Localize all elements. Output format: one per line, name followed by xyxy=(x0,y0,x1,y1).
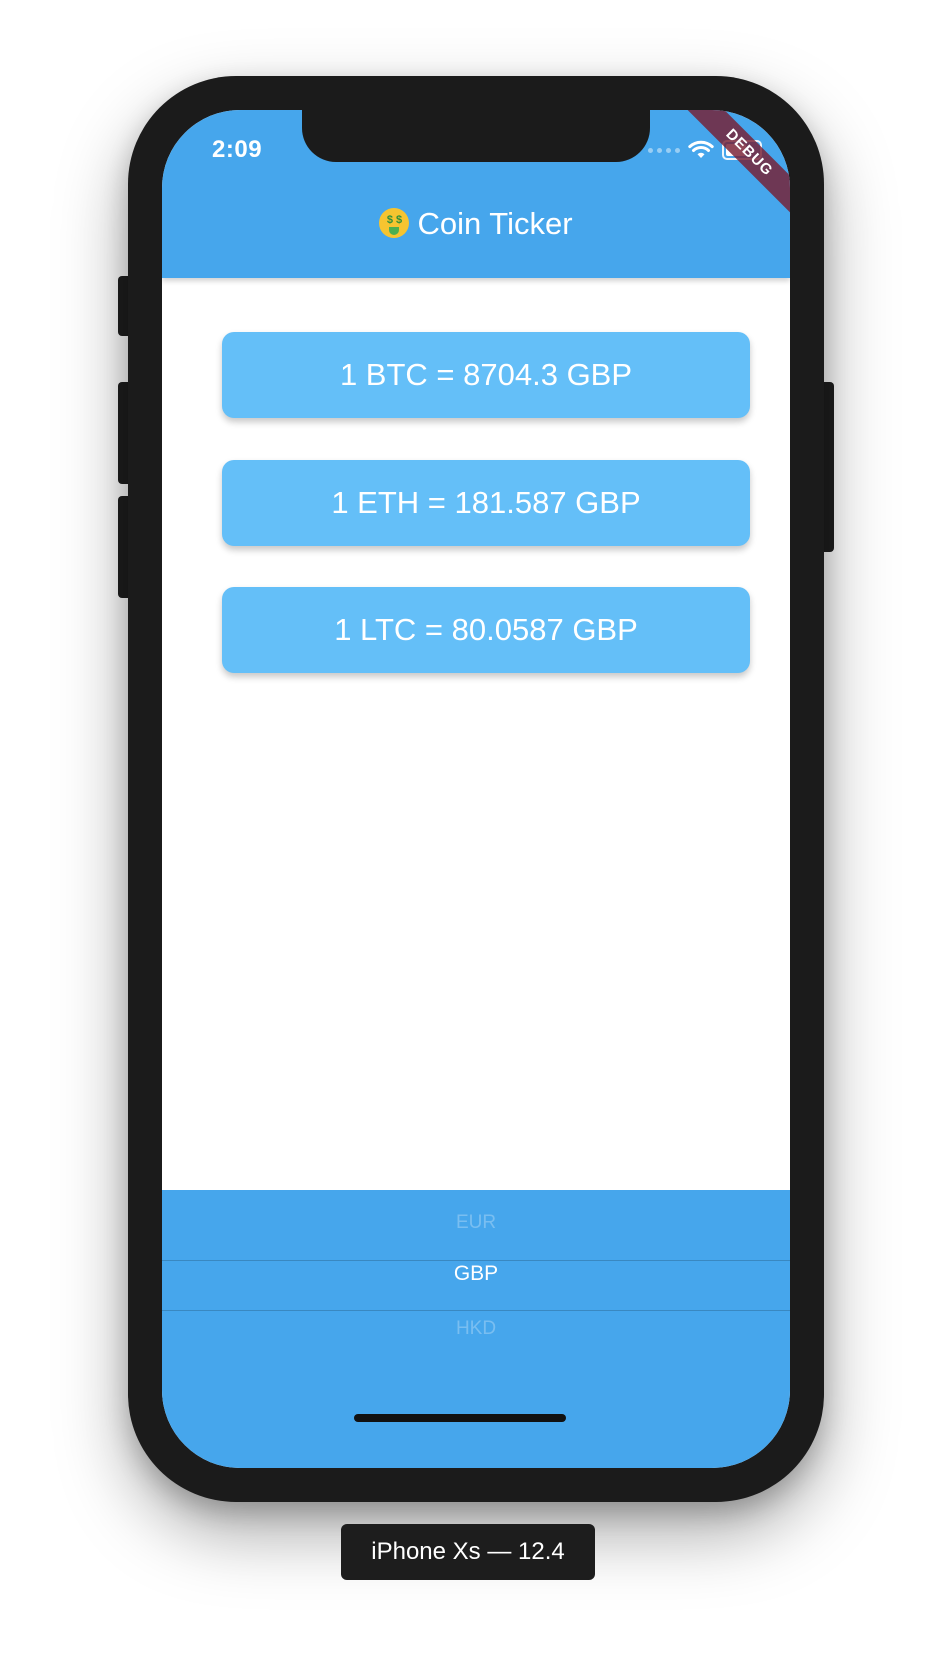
picker-selection-bottom-line xyxy=(162,1310,790,1311)
picker-option-previous[interactable]: EUR xyxy=(162,1212,790,1234)
status-time: 2:09 xyxy=(212,136,263,163)
simulator-stage: 2:09 DEBUG Coin Ticker xyxy=(0,0,952,1654)
app-title: Coin Ticker xyxy=(162,206,790,242)
btc-rate-card: 1 BTC = 8704.3 GBP xyxy=(222,332,750,418)
currency-picker[interactable]: EUR GBP HKD xyxy=(162,1190,790,1468)
picker-selection-top-line xyxy=(162,1260,790,1261)
phone-notch xyxy=(302,110,650,162)
app-title-text: Coin Ticker xyxy=(417,206,573,241)
money-mouth-face-icon xyxy=(379,208,410,238)
wifi-icon xyxy=(688,140,714,158)
eth-rate-card: 1 ETH = 181.587 GBP xyxy=(222,460,750,546)
signal-dots-icon xyxy=(648,147,680,153)
phone-frame: 2:09 DEBUG Coin Ticker xyxy=(128,76,824,1502)
phone-screen: 2:09 DEBUG Coin Ticker xyxy=(162,110,790,1468)
picker-option-selected[interactable]: GBP xyxy=(162,1262,790,1286)
picker-option-next[interactable]: HKD xyxy=(162,1318,790,1340)
home-indicator[interactable] xyxy=(354,1414,566,1422)
device-label: iPhone Xs — 12.4 xyxy=(341,1524,595,1580)
ltc-rate-card: 1 LTC = 80.0587 GBP xyxy=(222,587,750,673)
